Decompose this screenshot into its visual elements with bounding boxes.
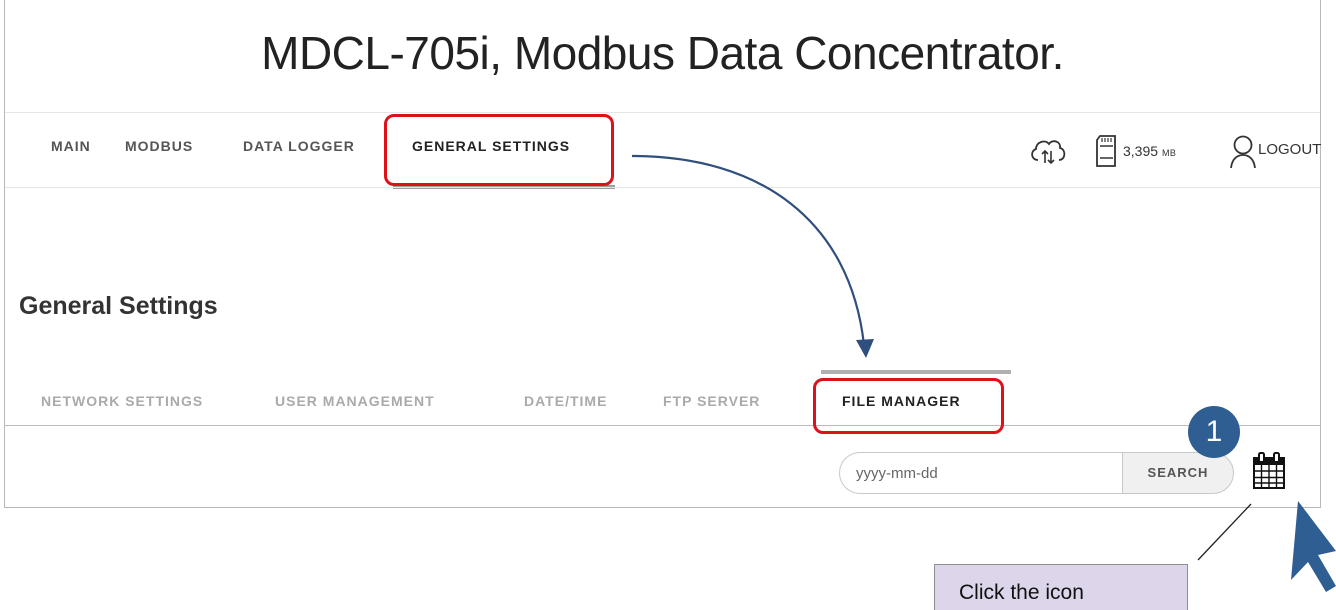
flow-arrowhead [856, 339, 874, 358]
callout-pointer-line [1197, 503, 1252, 561]
step-number-badge: 1 [1188, 406, 1240, 458]
annotation-arrows [631, 154, 1336, 592]
callout-box: Click the icon [934, 564, 1188, 610]
flow-arrow-line [631, 154, 866, 346]
callout-text: Click the icon [959, 581, 1084, 604]
mouse-cursor-icon [1291, 501, 1336, 592]
